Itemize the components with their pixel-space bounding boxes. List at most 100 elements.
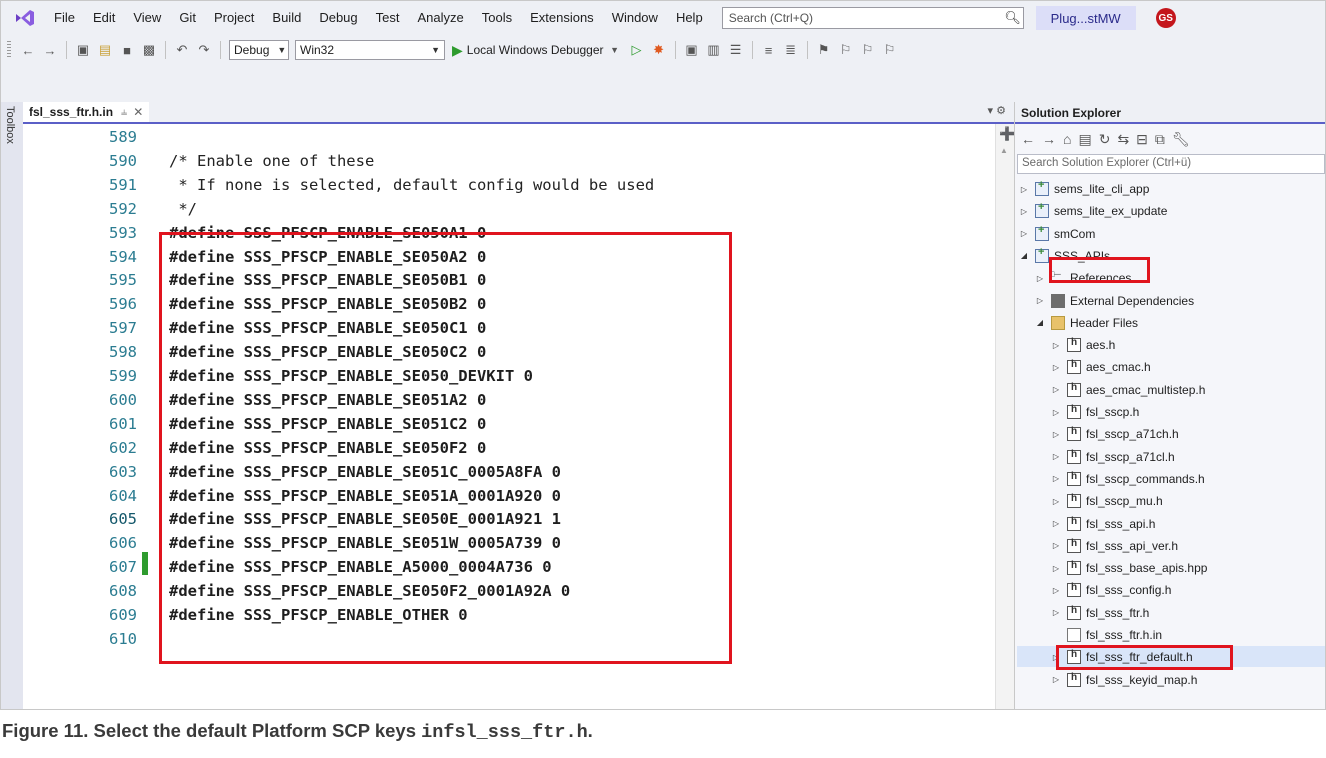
open-file-icon[interactable]: ▤ (96, 41, 114, 59)
tree-item-smcom[interactable]: ▷ smCom (1019, 223, 1095, 245)
menu-item-test[interactable]: Test (367, 1, 409, 35)
tree-item-fsl-sss-ftr-h-in[interactable]: fsl_sss_ftr.h.in (1051, 624, 1162, 646)
save-icon[interactable]: ■ (118, 41, 136, 59)
vertical-scrollbar[interactable]: ➕ ▲ (995, 124, 1015, 709)
collapsed-arrow-icon[interactable]: ▷ (1051, 363, 1061, 372)
collapsed-arrow-icon[interactable]: ▷ (1019, 229, 1029, 238)
toolbar-grip[interactable] (7, 41, 11, 59)
pin-icon[interactable]: ⫨ (121, 106, 127, 119)
tab-fsl-sss-ftr-h-in[interactable]: fsl_sss_ftr.h.in ⫨ ✕ (23, 102, 150, 122)
collapsed-arrow-icon[interactable]: ▷ (1019, 207, 1029, 216)
collapsed-arrow-icon[interactable]: ▷ (1051, 430, 1061, 439)
tree-item-sems-lite-ex-update[interactable]: ▷ sems_lite_ex_update (1019, 200, 1167, 222)
tree-item-fsl-sscp-h[interactable]: ▷ fsl_sscp.h (1051, 401, 1139, 423)
user-avatar[interactable]: GS (1155, 8, 1176, 28)
properties-icon[interactable]: 🔧︎ (1172, 131, 1190, 148)
tree-item-fsl-sss-ftr-h[interactable]: ▷ fsl_sss_ftr.h (1051, 602, 1149, 624)
save-all-icon[interactable]: ▩ (140, 41, 158, 59)
tab-options-icon[interactable]: ▾ ⚙ (988, 104, 1006, 117)
comment-icon[interactable]: ≡ (760, 41, 778, 59)
back-icon[interactable]: ← (1021, 131, 1035, 147)
collapsed-arrow-icon[interactable]: ▷ (1051, 564, 1061, 573)
menu-item-debug[interactable]: Debug (310, 1, 366, 35)
tree-item-header-files[interactable]: ◢ Header Files (1035, 312, 1138, 334)
prev-bookmark-icon[interactable]: ⚐ (837, 41, 855, 59)
collapsed-arrow-icon[interactable]: ▷ (1035, 296, 1045, 305)
layout-icon[interactable]: ▥ (705, 41, 723, 59)
collapsed-arrow-icon[interactable]: ▷ (1051, 586, 1061, 595)
undo-icon[interactable]: ↶ (173, 41, 191, 59)
switch-views-icon[interactable]: ▤ (1078, 131, 1091, 148)
sync-icon[interactable]: ⇆ (1117, 131, 1129, 148)
code-line[interactable]: 589 (23, 125, 988, 149)
collapsed-arrow-icon[interactable]: ▷ (1051, 341, 1061, 350)
search-box[interactable]: Search (Ctrl+Q) 🔍︎ (721, 7, 1024, 29)
tree-item-fsl-sscp-mu-h[interactable]: ▷ fsl_sscp_mu.h (1051, 490, 1163, 512)
solution-explorer-search[interactable]: Search Solution Explorer (Ctrl+ü) (1017, 154, 1325, 174)
next-bookmark-icon[interactable]: ⚐ (859, 41, 877, 59)
tree-item-fsl-sscp-a71ch-h[interactable]: ▷ fsl_sscp_a71ch.h (1051, 423, 1179, 445)
platform-dropdown[interactable]: Win32 ▼ (295, 40, 445, 60)
menu-item-project[interactable]: Project (205, 1, 263, 35)
code-line[interactable]: 591 * If none is selected, default confi… (23, 173, 988, 197)
uncomment-icon[interactable]: ≣ (782, 41, 800, 59)
bookmark-icon[interactable]: ⚑ (815, 41, 833, 59)
code-line[interactable]: 590 /* Enable one of these (23, 149, 988, 173)
menu-item-build[interactable]: Build (263, 1, 310, 35)
menu-item-tools[interactable]: Tools (473, 1, 521, 35)
menu-item-view[interactable]: View (124, 1, 170, 35)
forward-icon[interactable]: → (1042, 131, 1056, 147)
collapsed-arrow-icon[interactable]: ▷ (1019, 185, 1029, 194)
configuration-dropdown[interactable]: Debug ▼ (229, 40, 289, 60)
close-icon[interactable]: ✕ (133, 105, 143, 119)
collapsed-arrow-icon[interactable]: ▷ (1051, 452, 1061, 461)
tree-item-fsl-sss-api-h[interactable]: ▷ fsl_sss_api.h (1051, 513, 1155, 535)
collapsed-arrow-icon[interactable]: ▷ (1051, 519, 1061, 528)
hot-reload-icon[interactable]: ✸ (650, 41, 668, 59)
menu-item-extensions[interactable]: Extensions (521, 1, 603, 35)
back-icon[interactable]: ← (19, 41, 37, 59)
collapsed-arrow-icon[interactable]: ▷ (1051, 385, 1061, 394)
menu-item-window[interactable]: Window (603, 1, 667, 35)
show-all-files-icon[interactable]: ⧉ (1155, 131, 1165, 148)
chevron-down-icon[interactable]: ▼ (606, 41, 624, 59)
start-without-debugging-icon[interactable]: ▷ (628, 41, 646, 59)
start-debugging-button[interactable]: ▶ Local Windows Debugger ▼ (452, 41, 626, 59)
redo-icon[interactable]: ↷ (195, 41, 213, 59)
menu-item-file[interactable]: File (45, 1, 84, 35)
tree-item-fsl-sscp-a71cl-h[interactable]: ▷ fsl_sscp_a71cl.h (1051, 446, 1175, 468)
collapsed-arrow-icon[interactable]: ▷ (1051, 541, 1061, 550)
tree-item-fsl-sss-config-h[interactable]: ▷ fsl_sss_config.h (1051, 579, 1171, 601)
tree-item-fsl-sscp-commands-h[interactable]: ▷ fsl_sscp_commands.h (1051, 468, 1205, 490)
menu-item-edit[interactable]: Edit (84, 1, 124, 35)
menu-item-help[interactable]: Help (667, 1, 712, 35)
collapsed-arrow-icon[interactable]: ▷ (1035, 274, 1045, 283)
tree-item-aes-h[interactable]: ▷ aes.h (1051, 334, 1115, 356)
pending-changes-icon[interactable]: ↻ (1099, 131, 1111, 148)
collapse-all-icon[interactable]: ⊟ (1136, 131, 1148, 148)
home-icon[interactable]: ⌂ (1063, 131, 1071, 147)
collapsed-arrow-icon[interactable]: ▷ (1051, 608, 1061, 617)
scroll-up-icon[interactable]: ▲ (1000, 146, 1008, 155)
collapsed-arrow-icon[interactable]: ▷ (1051, 675, 1061, 684)
tree-item-fsl-sss-keyid-map-h[interactable]: ▷ fsl_sss_keyid_map.h (1051, 669, 1197, 691)
menu-item-git[interactable]: Git (170, 1, 205, 35)
tree-item-aes-cmac-h[interactable]: ▷ aes_cmac.h (1051, 356, 1151, 378)
toolbox-tab[interactable]: Toolbox (1, 102, 24, 709)
tree-item-aes-cmac-multistep-h[interactable]: ▷ aes_cmac_multistep.h (1051, 379, 1205, 401)
tree-item-sems-lite-cli-app[interactable]: ▷ sems_lite_cli_app (1019, 178, 1149, 200)
collapsed-arrow-icon[interactable]: ▷ (1051, 474, 1061, 483)
solution-name-button[interactable]: Plug...stMW (1035, 6, 1136, 30)
tree-item-fsl-sss-api-ver-h[interactable]: ▷ fsl_sss_api_ver.h (1051, 535, 1178, 557)
step-icon[interactable]: ☰ (727, 41, 745, 59)
new-project-icon[interactable]: ▣ (74, 41, 92, 59)
expanded-arrow-icon[interactable]: ◢ (1035, 318, 1045, 327)
forward-icon[interactable]: → (41, 41, 59, 59)
collapsed-arrow-icon[interactable]: ▷ (1051, 408, 1061, 417)
split-window-icon[interactable]: ➕ (999, 126, 1015, 142)
tree-item-external-dependencies[interactable]: ▷ External Dependencies (1035, 290, 1194, 312)
expanded-arrow-icon[interactable]: ◢ (1019, 251, 1029, 260)
browser-link-icon[interactable]: ▣ (683, 41, 701, 59)
code-line[interactable]: 592 */ (23, 197, 988, 221)
clear-bookmarks-icon[interactable]: ⚐ (881, 41, 899, 59)
